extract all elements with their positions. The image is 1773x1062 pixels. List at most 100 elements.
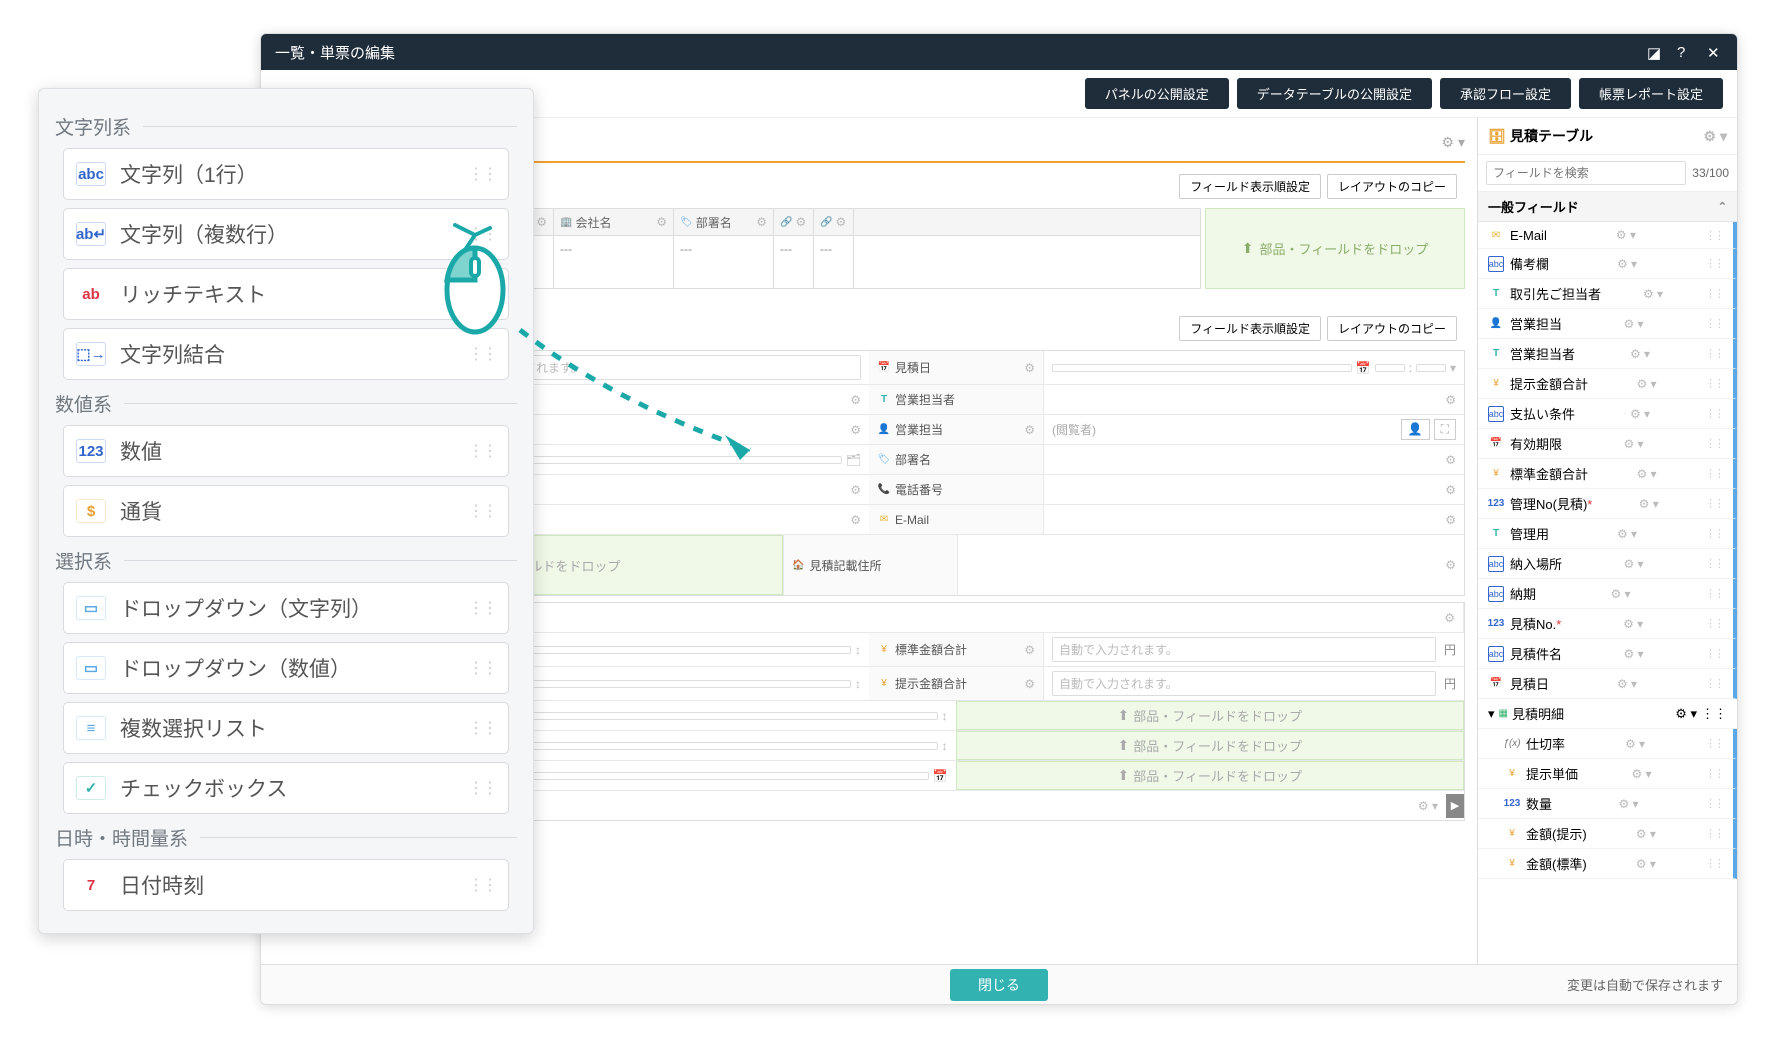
field-order-button[interactable]: フィールド表示順設定 — [1179, 174, 1321, 199]
close-button[interactable]: 閉じる — [950, 969, 1048, 1001]
gear-icon[interactable]: ⚙ ▾ — [1617, 527, 1637, 541]
date-input[interactable] — [1052, 364, 1352, 372]
type-icon: ✓ — [76, 776, 106, 800]
note-icon[interactable]: ◪ — [1647, 44, 1663, 60]
palette-item[interactable]: abリッチテキスト⋮⋮ — [63, 268, 509, 320]
field-item[interactable]: ✉E-Mail⚙ ▾⋮⋮ — [1478, 222, 1737, 249]
col6-icon: 🔗 — [780, 217, 792, 228]
gear-icon[interactable]: ⚙ ▾ — [1631, 767, 1651, 781]
calendar-icon: 📅 — [877, 361, 891, 375]
abc-icon: abc — [1488, 256, 1504, 272]
chevron-down-icon: ▾ — [1488, 706, 1495, 722]
list-drop-zone[interactable]: ⬆ 部品・フィールドをドロップ — [1205, 208, 1465, 289]
gear-icon[interactable]: ⚙ ▾ — [1616, 228, 1636, 242]
field-sub-item[interactable]: ƒ(x)仕切率⚙ ▾⋮⋮ — [1478, 729, 1737, 759]
grip-icon: ⋮⋮ — [468, 224, 496, 244]
gear-icon[interactable]: ⚙ ▾ — [1636, 857, 1656, 871]
field-item[interactable]: T取引先ご担当者⚙ ▾⋮⋮ — [1478, 279, 1737, 309]
field-item[interactable]: abc納期⚙ ▾⋮⋮ — [1478, 579, 1737, 609]
field-sub-item[interactable]: ¥金額(提示)⚙ ▾⋮⋮ — [1478, 819, 1737, 849]
grip-icon: ⋮⋮ — [468, 344, 496, 364]
field-item[interactable]: ¥標準金額合計⚙ ▾⋮⋮ — [1478, 459, 1737, 489]
help-icon[interactable]: ? — [1677, 44, 1693, 60]
gear-icon[interactable]: ⚙ ▾ — [1630, 407, 1650, 421]
gear-icon[interactable]: ⚙ ▾ — [1623, 557, 1643, 571]
field-item[interactable]: abc備考欄⚙ ▾⋮⋮ — [1478, 249, 1737, 279]
approval-flow-button[interactable]: 承認フロー設定 — [1440, 78, 1571, 109]
palette-item[interactable]: $通貨⋮⋮ — [63, 485, 509, 537]
palette-item[interactable]: 123数値⋮⋮ — [63, 425, 509, 477]
palette-item[interactable]: ✓チェックボックス⋮⋮ — [63, 762, 509, 814]
field-item[interactable]: T管理用⚙ ▾⋮⋮ — [1478, 519, 1737, 549]
detail-drop-1[interactable]: ⬆部品・フィールドをドロップ — [956, 701, 1465, 730]
gear-icon[interactable]: ⚙ ▾ — [1617, 257, 1637, 271]
panel-gear-icon[interactable]: ⚙ ▾ — [1442, 134, 1465, 151]
card-icon[interactable]: 🗂 — [846, 453, 861, 467]
field-item[interactable]: 📅有効期限⚙ ▾⋮⋮ — [1478, 429, 1737, 459]
general-fields-section[interactable]: 一般フィールド ⌃ — [1478, 192, 1737, 222]
gear-icon[interactable]: ⚙ ▾ — [1623, 617, 1643, 631]
right-panel-title: 見積テーブル — [1510, 126, 1593, 146]
gear-icon[interactable]: ⚙ ▾ — [1610, 587, 1630, 601]
type-icon: ⬚→ — [76, 342, 106, 366]
field-item[interactable]: 123見積No.*⚙ ▾⋮⋮ — [1478, 609, 1737, 639]
detail-drop-2[interactable]: ⬆部品・フィールドをドロップ — [956, 731, 1465, 760]
grid-icon: ▦ — [1499, 708, 1508, 719]
report-settings-button[interactable]: 帳票レポート設定 — [1579, 78, 1723, 109]
gear-icon[interactable]: ⚙ ▾ — [1618, 797, 1638, 811]
gear-icon[interactable]: ⚙ ▾ — [1630, 347, 1650, 361]
gear-icon[interactable]: ⚙ ▾ — [1675, 706, 1697, 722]
palette-item[interactable]: abc文字列（1行）⋮⋮ — [63, 148, 509, 200]
gear-icon[interactable]: ⚙ ▾ — [1625, 737, 1645, 751]
datatable-publish-button[interactable]: データテーブルの公開設定 — [1237, 78, 1432, 109]
field-item[interactable]: 👤営業担当⚙ ▾⋮⋮ — [1478, 309, 1737, 339]
gear-icon[interactable]: ⚙ ▾ — [1623, 437, 1643, 451]
field-search-input[interactable] — [1486, 161, 1686, 185]
rp-gear-icon[interactable]: ⚙ ▾ — [1704, 128, 1727, 145]
gear-icon[interactable]: ⚙ ▾ — [1639, 497, 1659, 511]
field-item[interactable]: 123管理No(見積)*⚙ ▾⋮⋮ — [1478, 489, 1737, 519]
field-sub-item[interactable]: ¥金額(標準)⚙ ▾⋮⋮ — [1478, 849, 1737, 879]
detail-drop-3[interactable]: ⬆部品・フィールドをドロップ — [956, 761, 1465, 790]
subtable-header[interactable]: ▾▦見積明細⚙ ▾⋮⋮ — [1478, 699, 1737, 729]
field-sub-item[interactable]: ¥提示単価⚙ ▾⋮⋮ — [1478, 759, 1737, 789]
text-icon: T — [1488, 286, 1504, 302]
window-title: 一覧・単票の編集 — [275, 42, 395, 63]
palette-item[interactable]: ⬚→文字列結合⋮⋮ — [63, 328, 509, 380]
palette-category: 選択系 — [55, 547, 517, 574]
field-item[interactable]: abc見積件名⚙ ▾⋮⋮ — [1478, 639, 1737, 669]
gear-icon[interactable]: ⚙ ▾ — [1623, 647, 1643, 661]
form-field-order-button[interactable]: フィールド表示順設定 — [1179, 316, 1321, 341]
copy-layout-button[interactable]: レイアウトのコピー — [1327, 174, 1457, 199]
gear-icon[interactable]: ⚙ ▾ — [1636, 467, 1656, 481]
grip-icon: ⋮⋮ — [1705, 677, 1723, 690]
gear-icon[interactable]: ⚙ ▾ — [1643, 287, 1663, 301]
field-item[interactable]: ¥提示金額合計⚙ ▾⋮⋮ — [1478, 369, 1737, 399]
field-item[interactable]: abc支払い条件⚙ ▾⋮⋮ — [1478, 399, 1737, 429]
num-icon: 123 — [1488, 496, 1504, 512]
expand-icon[interactable]: ⛶ — [1434, 419, 1456, 440]
field-item[interactable]: abc納入場所⚙ ▾⋮⋮ — [1478, 549, 1737, 579]
field-sub-item[interactable]: 123数量⚙ ▾⋮⋮ — [1478, 789, 1737, 819]
field-item[interactable]: 📅見積日⚙ ▾⋮⋮ — [1478, 669, 1737, 699]
grip-icon: ⋮⋮ — [1705, 617, 1723, 630]
close-icon[interactable]: ✕ — [1707, 44, 1723, 60]
form-copy-layout-button[interactable]: レイアウトのコピー — [1327, 316, 1457, 341]
scroll-right-icon[interactable]: ▶ — [1446, 794, 1464, 818]
palette-item[interactable]: ≡複数選択リスト⋮⋮ — [63, 702, 509, 754]
grip-icon: ⋮⋮ — [1705, 797, 1723, 810]
user-pick-icon[interactable]: 👤 — [1401, 419, 1430, 440]
panel-publish-button[interactable]: パネルの公開設定 — [1085, 78, 1229, 109]
gear-icon[interactable]: ⚙ ▾ — [1623, 317, 1643, 331]
palette-item[interactable]: ▭ドロップダウン（数値）⋮⋮ — [63, 642, 509, 694]
palette-item[interactable]: 7日付時刻⋮⋮ — [63, 859, 509, 911]
gear-icon[interactable]: ⚙ ▾ — [1636, 377, 1656, 391]
palette-item[interactable]: ▭ドロップダウン（文字列）⋮⋮ — [63, 582, 509, 634]
gear-icon[interactable]: ⚙ ▾ — [1617, 677, 1637, 691]
palette-item[interactable]: ab↵文字列（複数行）⋮⋮ — [63, 208, 509, 260]
autosave-note: 変更は自動で保存されます — [1567, 975, 1723, 994]
gear-icon[interactable]: ⚙ ▾ — [1636, 827, 1656, 841]
org-icon: 🏷 — [877, 453, 891, 467]
field-item[interactable]: T営業担当者⚙ ▾⋮⋮ — [1478, 339, 1737, 369]
grip-icon: ⋮⋮ — [1705, 767, 1723, 780]
